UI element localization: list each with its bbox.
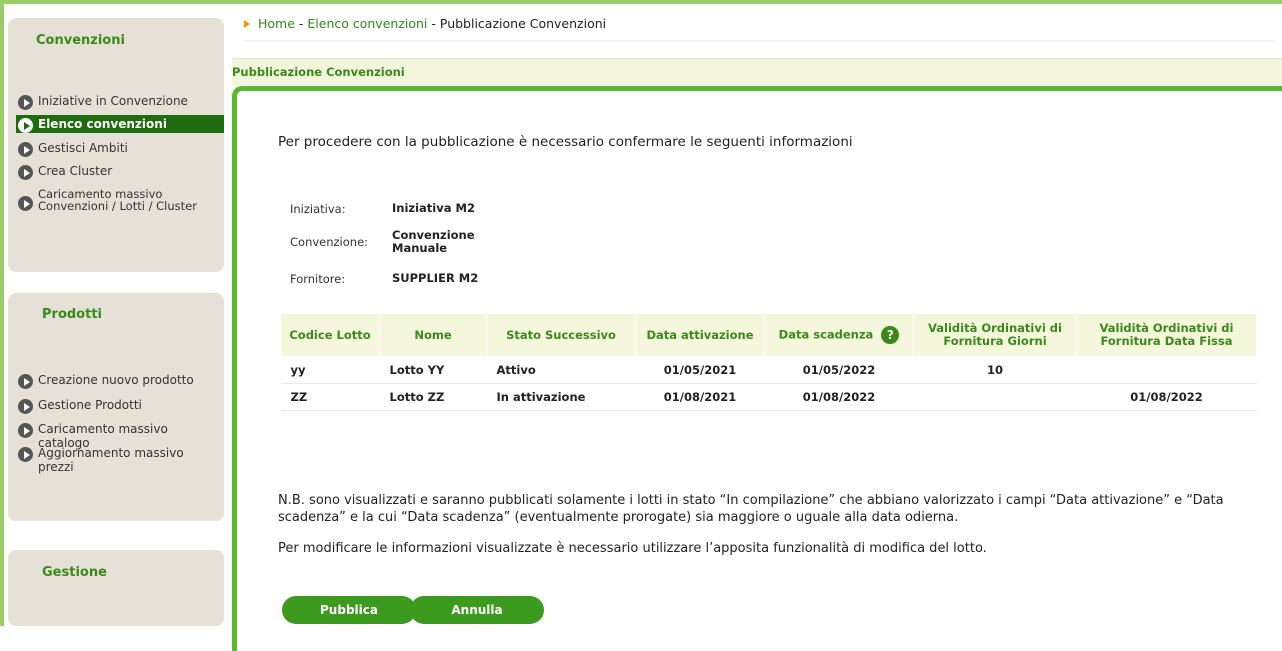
section-title: Pubblicazione Convenzioni xyxy=(232,65,405,79)
section-header: Pubblicazione Convenzioni xyxy=(232,58,1282,85)
col-header-validita-data-fissa: Validità Ordinativi di Fornitura Data Fi… xyxy=(1076,313,1257,357)
left-border xyxy=(0,0,4,626)
intro-text: Per procedere con la pubblicazione è nec… xyxy=(278,134,853,150)
breadcrumb-separator: - xyxy=(294,16,308,31)
breadcrumb-separator: - xyxy=(427,16,440,31)
col-header-codice-lotto: Codice Lotto xyxy=(280,313,380,357)
breadcrumb-elenco-link[interactable]: Elenco convenzioni xyxy=(307,16,427,31)
sidebar-item-gestisci-ambiti[interactable]: Gestisci Ambiti xyxy=(18,141,222,157)
breadcrumb-divider xyxy=(244,40,1274,41)
arrow-bullet-icon xyxy=(18,196,33,211)
cell-validita-data-fissa xyxy=(1076,356,1257,384)
breadcrumb-arrow-icon xyxy=(244,19,250,28)
arrow-bullet-icon xyxy=(18,447,33,462)
arrow-bullet-icon xyxy=(18,399,33,414)
cell-data-attivazione: 01/08/2021 xyxy=(635,383,765,411)
arrow-bullet-icon xyxy=(18,95,33,110)
sidebar-item-creazione-prodotto[interactable]: Creazione nuovo prodotto xyxy=(18,373,222,389)
cell-stato: Attivo xyxy=(486,356,636,384)
arrow-bullet-icon xyxy=(18,165,33,180)
cell-codice: yy xyxy=(280,356,380,384)
col-header-data-attivazione: Data attivazione xyxy=(635,313,765,357)
lotti-table: Codice Lotto Nome Stato Successivo Data … xyxy=(280,313,1257,411)
annulla-button[interactable]: Annulla xyxy=(410,596,544,624)
sidebar-item-caricamento-massivo[interactable]: Caricamento massivo Convenzioni / Lotti … xyxy=(18,188,222,212)
cell-nome: Lotto ZZ xyxy=(379,383,487,411)
cell-data-scadenza: 01/05/2022 xyxy=(764,356,914,384)
arrow-bullet-icon xyxy=(18,374,33,389)
help-icon[interactable]: ? xyxy=(881,326,900,344)
sidebar-item-crea-cluster[interactable]: Crea Cluster xyxy=(18,164,222,180)
table-row: yy Lotto YY Attivo 01/05/2021 01/05/2022… xyxy=(280,356,1257,384)
convenzione-value: Convenzione Manuale xyxy=(392,228,475,255)
arrow-bullet-icon xyxy=(18,142,33,157)
iniziativa-value: Iniziativa M2 xyxy=(392,201,475,215)
convenzione-label: Convenzione: xyxy=(290,235,369,249)
fornitore-label: Fornitore: xyxy=(290,272,346,286)
sidebar-item-aggiornamento-prezzi[interactable]: Aggiornamento massivo prezzi xyxy=(18,446,222,474)
col-header-validita-giorni: Validità Ordinativi di Fornitura Giorni xyxy=(913,313,1077,357)
cell-validita-data-fissa: 01/08/2022 xyxy=(1076,383,1257,411)
col-header-data-scadenza: Data scadenza? xyxy=(764,313,914,357)
sidebar-item-gestione-prodotti[interactable]: Gestione Prodotti xyxy=(18,398,222,414)
cell-data-scadenza: 01/08/2022 xyxy=(764,383,914,411)
breadcrumb-current: Pubblicazione Convenzioni xyxy=(439,16,607,31)
col-header-stato-successivo: Stato Successivo xyxy=(486,313,636,357)
note-text: N.B. sono visualizzati e saranno pubblic… xyxy=(278,493,1224,525)
table-header-row: Codice Lotto Nome Stato Successivo Data … xyxy=(280,313,1257,357)
note-modifica-text: Per modificare le informazioni visualizz… xyxy=(278,541,987,556)
pubblica-button[interactable]: Pubblica xyxy=(282,596,416,624)
arrow-bullet-icon xyxy=(18,423,33,438)
cell-data-attivazione: 01/05/2021 xyxy=(635,356,765,384)
col-header-nome: Nome xyxy=(379,313,487,357)
sidebar-panel-gestione xyxy=(8,550,224,626)
breadcrumb: Home - Elenco convenzioni - Pubblicazion… xyxy=(244,16,606,31)
fornitore-value: SUPPLIER M2 xyxy=(392,271,479,285)
cell-validita-giorni xyxy=(913,383,1077,411)
sidebar-title-convenzioni: Convenzioni xyxy=(36,33,125,48)
sidebar-title-gestione: Gestione xyxy=(42,565,107,580)
cell-validita-giorni: 10 xyxy=(913,356,1077,384)
sidebar-title-prodotti: Prodotti xyxy=(42,307,102,322)
table-row: ZZ Lotto ZZ In attivazione 01/08/2021 01… xyxy=(280,383,1257,411)
arrow-bullet-icon xyxy=(18,118,33,133)
sidebar-item-elenco-convenzioni[interactable]: Elenco convenzioni xyxy=(16,115,224,133)
breadcrumb-home-link[interactable]: Home xyxy=(258,16,295,31)
iniziativa-label: Iniziativa: xyxy=(290,202,346,216)
cell-nome: Lotto YY xyxy=(379,356,487,384)
cell-stato: In attivazione xyxy=(486,383,636,411)
cell-codice: ZZ xyxy=(280,383,380,411)
sidebar-item-iniziative[interactable]: Iniziative in Convenzione xyxy=(18,94,222,110)
top-border xyxy=(0,0,1282,4)
